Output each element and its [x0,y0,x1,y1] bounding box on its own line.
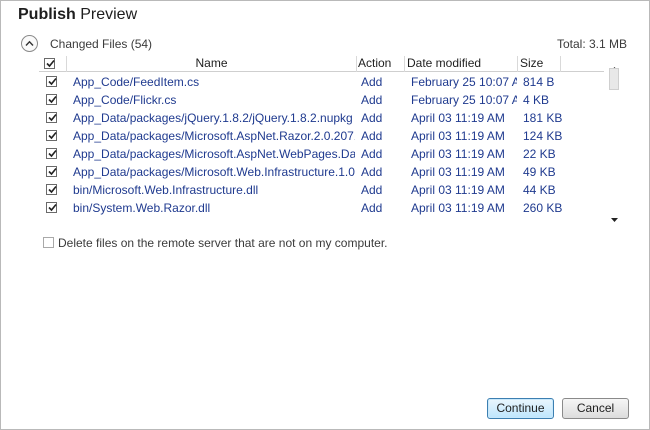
file-size: 22 KB [523,147,556,161]
row-checkbox[interactable] [46,94,57,105]
file-date: April 03 11:19 AM [411,183,505,197]
chevron-up-icon[interactable] [21,35,38,52]
file-name: App_Data/packages/Microsoft.Web.Infrastr… [73,165,355,179]
file-date: April 03 11:19 AM [411,147,505,161]
dialog-title-bold: Publish [18,6,76,23]
column-header-select [39,56,67,72]
file-name: App_Code/Flickr.cs [73,93,177,107]
file-date: April 03 11:19 AM [411,165,505,179]
row-checkbox[interactable] [46,148,57,159]
file-name: App_Data/packages/Microsoft.AspNet.WebPa… [73,147,355,161]
scrollbar-thumb[interactable] [609,68,619,90]
dialog-title: Publish Preview [18,6,137,24]
file-size: 260 KB [523,201,563,215]
table-row[interactable]: App_Data/packages/jQuery.1.8.2/jQuery.1.… [39,109,604,127]
row-checkbox[interactable] [46,184,57,195]
table-row[interactable]: App_Code/Flickr.cs Add February 25 10:07… [39,91,604,109]
scroll-down-arrow-icon[interactable] [611,211,618,225]
changed-files-header: Changed Files (54) Total: 3.1 MB [21,35,627,53]
table-scrollbar[interactable] [606,56,623,222]
select-all-checkbox[interactable] [44,58,55,69]
file-name: App_Data/packages/jQuery.1.8.2/jQuery.1.… [73,111,353,125]
file-date: April 03 11:19 AM [411,129,505,143]
file-action: Add [361,129,383,143]
column-header-date[interactable]: Date modified [405,56,518,72]
dialog-title-rest: Preview [75,6,138,23]
file-size: 49 KB [523,165,556,179]
file-name: bin/Microsoft.Web.Infrastructure.dll [73,183,259,197]
file-name: bin/System.Web.Razor.dll [73,201,211,215]
table-row[interactable]: App_Data/packages/Microsoft.AspNet.Razor… [39,127,604,145]
delete-remote-files-checkbox[interactable] [43,237,54,248]
continue-button[interactable]: Continue [487,398,554,419]
table-row[interactable]: App_Data/packages/Microsoft.Web.Infrastr… [39,163,604,181]
file-name: App_Data/packages/Microsoft.AspNet.Razor… [73,129,355,143]
file-size: 4 KB [523,93,550,107]
file-size: 44 KB [523,183,556,197]
file-date: April 03 11:19 AM [411,201,505,215]
row-checkbox[interactable] [46,76,57,87]
file-name: App_Code/FeedItem.cs [73,75,200,89]
file-size: 124 KB [523,129,563,143]
column-header-name[interactable]: Name [67,56,357,72]
file-action: Add [361,111,383,125]
row-checkbox[interactable] [46,166,57,177]
row-checkbox[interactable] [46,130,57,141]
file-date: February 25 10:07 AM [411,75,517,89]
table-row[interactable]: bin/Microsoft.Web.Infrastructure.dll Add… [39,181,604,199]
file-date: April 03 11:19 AM [411,111,505,125]
column-header-action[interactable]: Action [357,56,405,72]
file-action: Add [361,183,383,197]
file-action: Add [361,165,383,179]
cancel-button[interactable]: Cancel [562,398,629,419]
table-body: App_Code/FeedItem.cs Add February 25 10:… [39,73,604,219]
file-action: Add [361,201,383,215]
column-header-size[interactable]: Size [518,56,561,72]
publish-preview-dialog: Publish Preview Changed Files (54) Total… [0,0,650,430]
row-checkbox[interactable] [46,112,57,123]
file-action: Add [361,75,383,89]
row-checkbox[interactable] [46,202,57,213]
changed-files-table: Name Action Date modified Size App_Code/… [39,56,623,222]
delete-remote-files-label: Delete files on the remote server that a… [58,236,388,250]
file-action: Add [361,93,383,107]
file-size: 814 B [523,75,555,89]
file-size: 181 KB [523,111,563,125]
table-row[interactable]: App_Data/packages/Microsoft.AspNet.WebPa… [39,145,604,163]
file-action: Add [361,147,383,161]
file-date: February 25 10:07 AM [411,93,517,107]
table-row[interactable]: bin/System.Web.Razor.dll Add April 03 11… [39,199,604,217]
table-header: Name Action Date modified Size [39,56,604,72]
total-size: Total: 3.1 MB [556,37,627,51]
table-row[interactable]: App_Code/FeedItem.cs Add February 25 10:… [39,73,604,91]
changed-files-label: Changed Files (54) [50,37,153,51]
